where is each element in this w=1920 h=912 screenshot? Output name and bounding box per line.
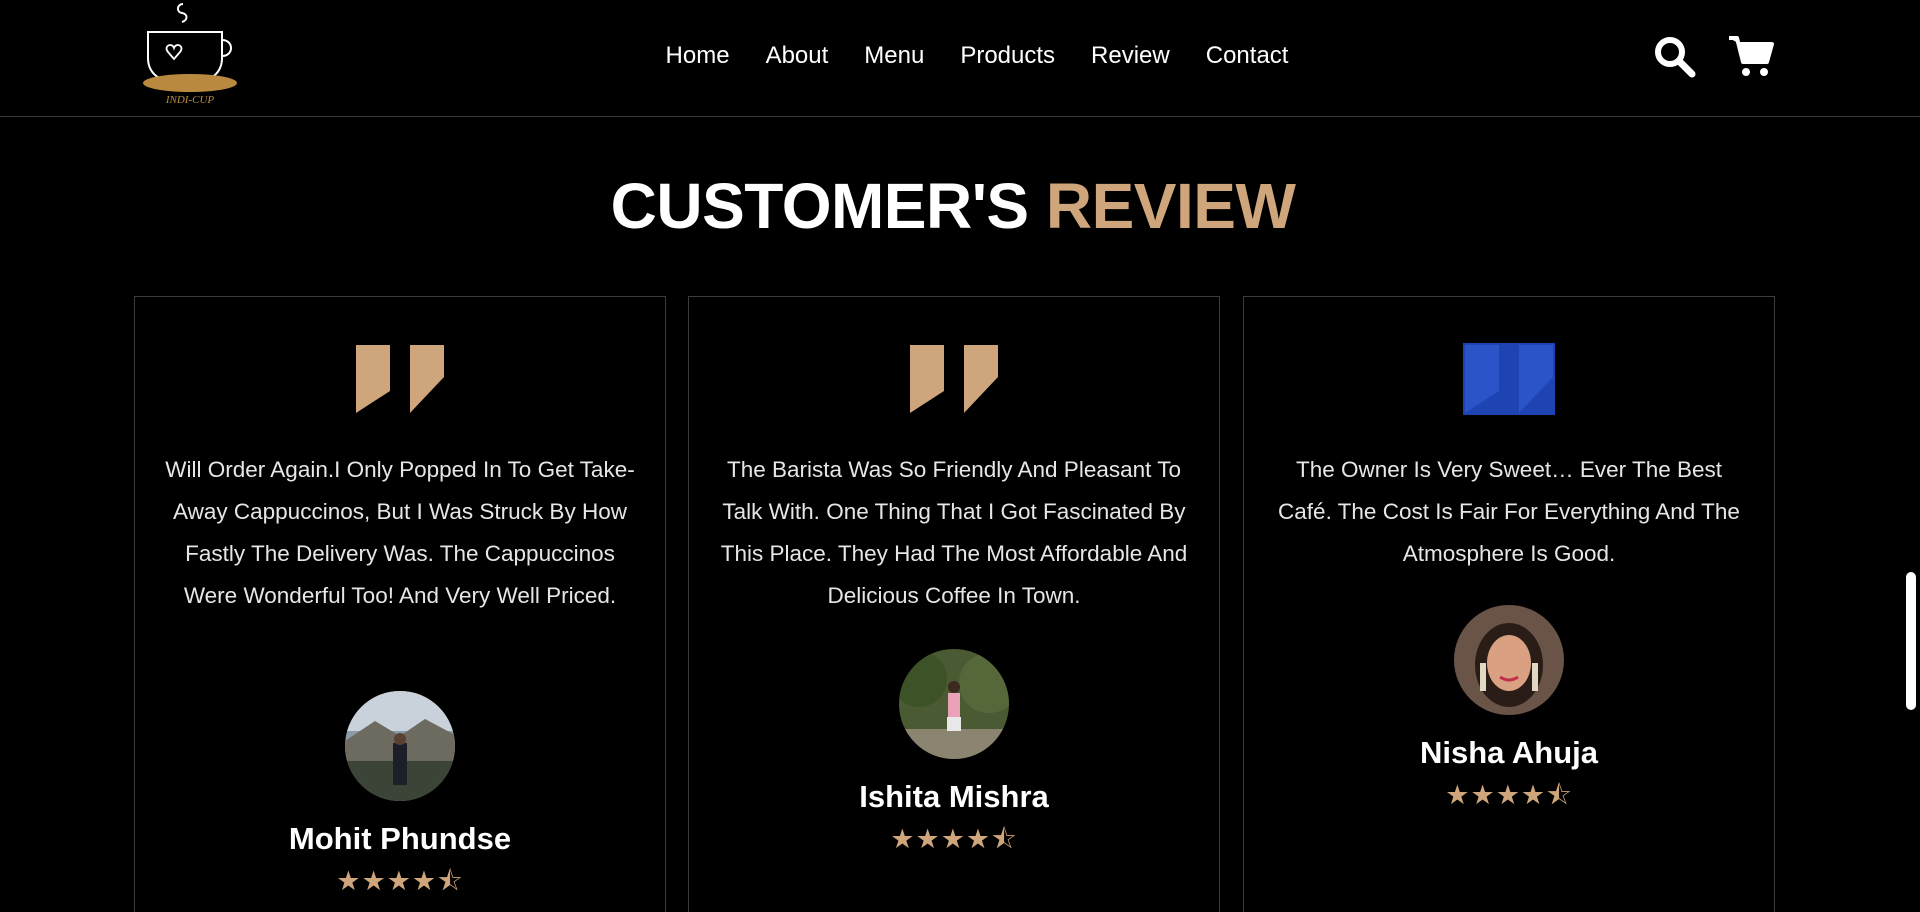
nav-review[interactable]: Review <box>1091 40 1170 72</box>
reviewer-name: Ishita Mishra <box>859 779 1049 814</box>
logo-text: INDI-CUP <box>165 94 215 106</box>
nav-menu[interactable]: Menu <box>864 40 924 72</box>
quote-icon <box>910 345 998 413</box>
quote-icon <box>356 345 444 413</box>
review-card: Will Order Again.I Only Popped In To Get… <box>134 296 666 912</box>
nav-home[interactable]: Home <box>666 40 730 72</box>
avatar <box>1454 605 1564 715</box>
quote-icon <box>1463 343 1555 415</box>
nav-about[interactable]: About <box>766 40 829 72</box>
nav-contact[interactable]: Contact <box>1206 40 1289 72</box>
site-header: INDI-CUP Home About Menu Products Review… <box>0 0 1920 117</box>
reviewer-name: Nisha Ahuja <box>1420 735 1598 770</box>
title-accent: REVIEW <box>1045 170 1296 242</box>
title-main: CUSTOMER'S <box>610 170 1029 242</box>
reviewer-name: Mohit Phundse <box>288 821 512 856</box>
cart-icon[interactable] <box>1727 32 1775 80</box>
review-card: The Barista Was So Friendly And Pleasant… <box>688 296 1220 912</box>
star-rating: ★★★★⯪ <box>1445 780 1573 810</box>
search-icon[interactable] <box>1650 32 1698 80</box>
nav-products[interactable]: Products <box>960 40 1055 72</box>
star-rating: ★★★★⯪ <box>336 866 464 896</box>
review-card: The Owner Is Very Sweet… Ever The Best C… <box>1243 296 1775 912</box>
main-nav: Home About Menu Products Review Contact <box>0 40 1920 72</box>
avatar <box>899 649 1009 759</box>
star-rating: ★★★★⯪ <box>890 824 1018 854</box>
review-text: The Barista Was So Friendly And Pleasant… <box>720 457 1188 608</box>
avatar <box>345 691 455 801</box>
review-text: Will Order Again.I Only Popped In To Get… <box>165 457 635 608</box>
review-text: The Owner Is Very Sweet… Ever The Best C… <box>1278 457 1740 566</box>
section-title: CUSTOMER'S REVIEW <box>0 166 1906 246</box>
page-scrollbar[interactable] <box>1906 572 1916 710</box>
